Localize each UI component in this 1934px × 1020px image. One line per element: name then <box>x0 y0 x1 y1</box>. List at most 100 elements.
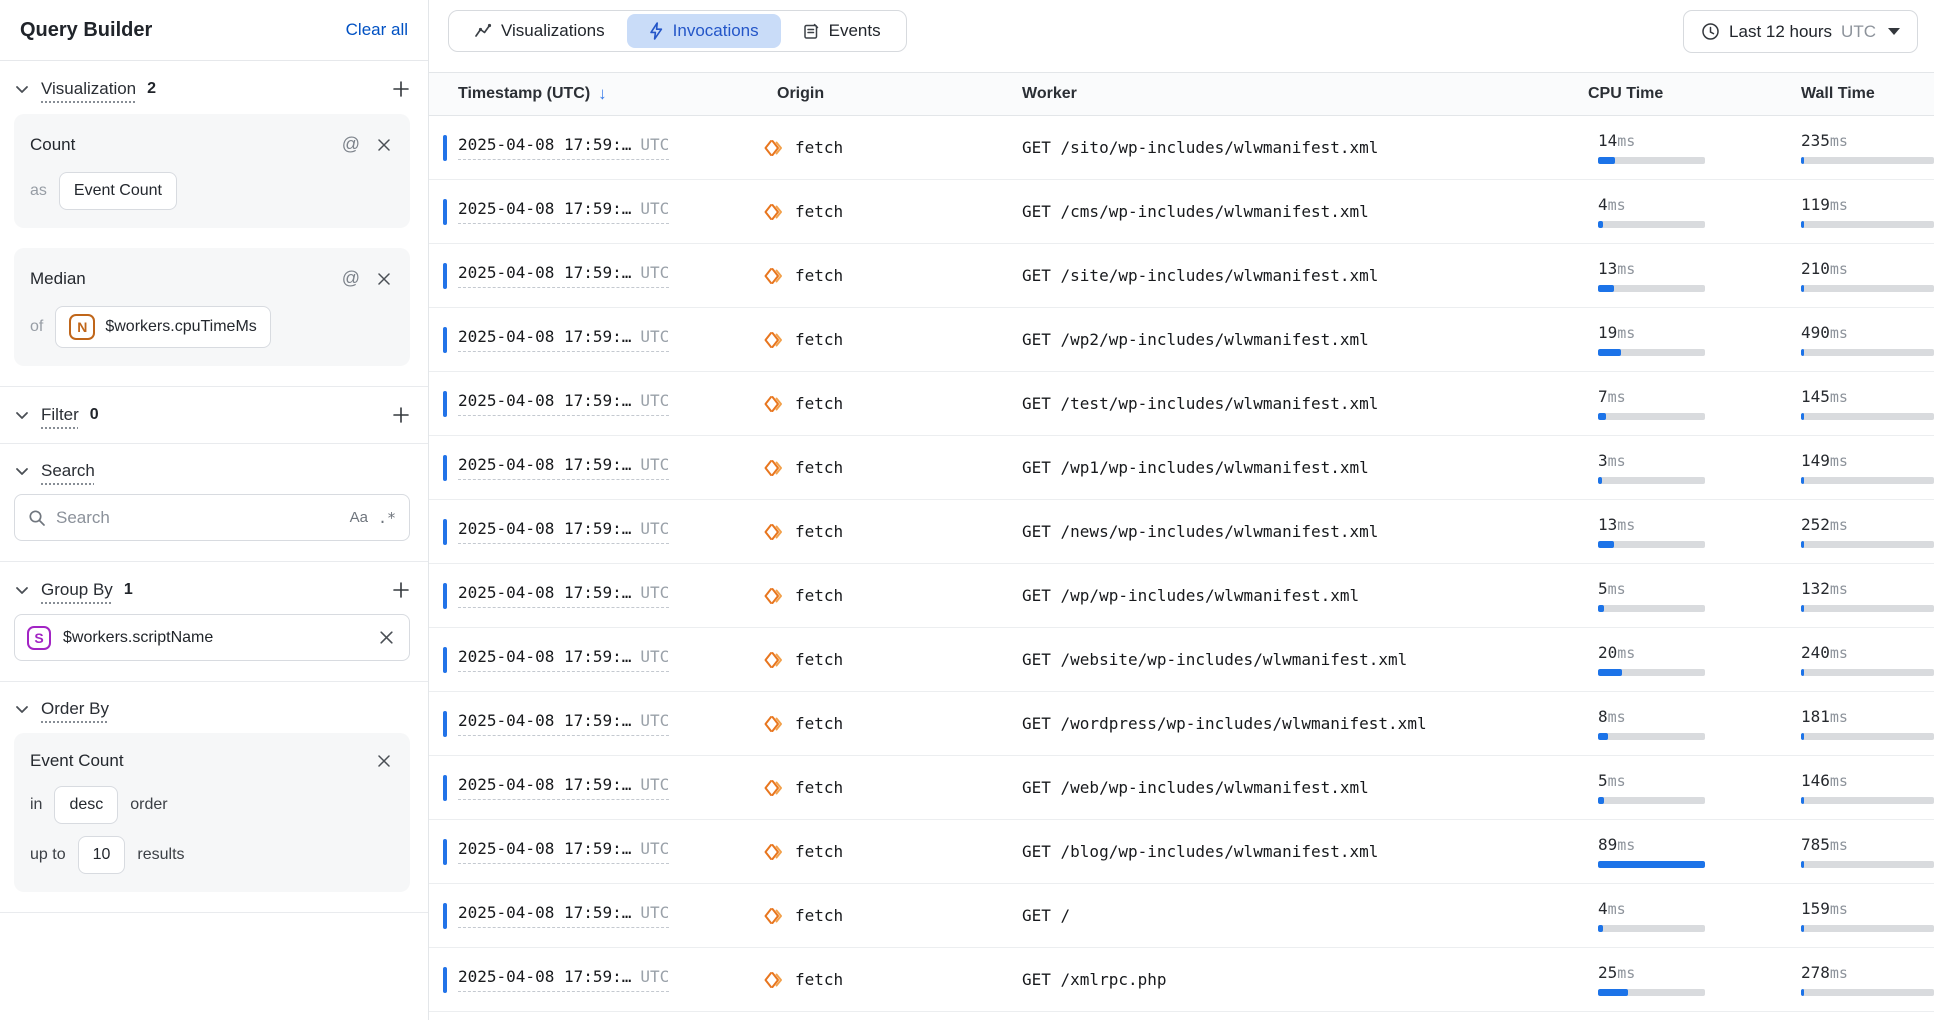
close-icon[interactable] <box>374 751 394 771</box>
alias-chip[interactable]: Event Count <box>59 172 177 210</box>
column-header-origin[interactable]: Origin <box>763 85 1013 103</box>
chevron-down-icon[interactable] <box>12 580 32 600</box>
row-origin: fetch <box>795 458 843 477</box>
row-worker: GET /test/wp-includes/wlwmanifest.xml <box>1022 394 1378 413</box>
visualization-count: 2 <box>147 80 156 98</box>
section-label-search: Search <box>41 461 95 481</box>
field-chip[interactable]: N $workers.cpuTimeMs <box>55 306 270 348</box>
wall-bar-fill <box>1801 925 1804 932</box>
filter-count: 0 <box>90 406 99 424</box>
table-row[interactable]: 2025-04-08 17:59:… UTC fetch GET /test/w… <box>429 372 1934 436</box>
cpu-unit: ms <box>1608 772 1626 790</box>
wall-bar-fill <box>1801 413 1804 420</box>
row-origin: fetch <box>795 330 843 349</box>
tab-invocations[interactable]: Invocations <box>627 14 781 48</box>
row-timezone: UTC <box>640 199 669 218</box>
cpu-bar-fill <box>1598 925 1603 932</box>
timestamp-group: 2025-04-08 17:59:… UTC <box>458 775 669 800</box>
chevron-down-icon[interactable] <box>12 461 32 481</box>
add-group-by-button[interactable] <box>390 579 412 601</box>
group-by-field[interactable]: S $workers.scriptName <box>14 614 410 661</box>
row-timezone: UTC <box>640 903 669 922</box>
fetch-icon <box>763 202 784 222</box>
table-row[interactable]: 2025-04-08 17:59:… UTC fetch GET /sito/w… <box>429 116 1934 180</box>
tab-events[interactable]: Events <box>781 14 903 48</box>
wall-bar <box>1801 733 1934 740</box>
row-timestamp: 2025-04-08 17:59:… <box>458 199 631 218</box>
clear-all-button[interactable]: Clear all <box>346 20 408 40</box>
wall-value: 252 <box>1801 515 1830 534</box>
chevron-down-icon[interactable] <box>12 699 32 719</box>
close-icon[interactable] <box>376 627 397 648</box>
table-row[interactable]: 2025-04-08 17:59:… UTC fetch GET /cms/wp… <box>429 180 1934 244</box>
add-filter-button[interactable] <box>390 404 412 426</box>
wall-value: 490 <box>1801 323 1830 342</box>
table-row[interactable]: 2025-04-08 17:59:… UTC fetch GET /wp/wp-… <box>429 564 1934 628</box>
column-header-timestamp[interactable]: Timestamp (UTC) ↓ <box>443 84 763 104</box>
as-label: as <box>30 182 47 200</box>
fetch-icon <box>763 778 784 798</box>
row-worker: GET /xmlrpc.php <box>1022 970 1167 989</box>
row-timestamp: 2025-04-08 17:59:… <box>458 583 631 602</box>
cpu-bar <box>1598 925 1705 932</box>
cpu-bar-fill <box>1598 797 1604 804</box>
cpu-value: 3 <box>1598 451 1608 470</box>
mention-icon[interactable]: @ <box>340 132 362 157</box>
regex-toggle[interactable]: .* <box>378 509 396 527</box>
table-row[interactable]: 2025-04-08 17:59:… UTC fetch GET /site/w… <box>429 244 1934 308</box>
chevron-down-icon[interactable] <box>12 79 32 99</box>
row-worker: GET /wp1/wp-includes/wlwmanifest.xml <box>1022 458 1369 477</box>
table-row[interactable]: 2025-04-08 17:59:… UTC fetch GET /blog/w… <box>429 820 1934 884</box>
table-row[interactable]: 2025-04-08 17:59:… UTC fetch GET /xmlrpc… <box>429 948 1934 1012</box>
add-visualization-button[interactable] <box>390 78 412 100</box>
cpu-bar <box>1598 605 1705 612</box>
time-range-select[interactable]: Last 12 hours UTC <box>1683 10 1918 53</box>
table-row[interactable]: 2025-04-08 17:59:… UTC fetch GET /wordpr… <box>429 692 1934 756</box>
column-header-worker[interactable]: Worker <box>1013 85 1588 103</box>
timestamp-group: 2025-04-08 17:59:… UTC <box>458 839 669 864</box>
table-row[interactable]: 2025-04-08 17:59:… UTC fetch GET /news/w… <box>429 500 1934 564</box>
row-timezone: UTC <box>640 967 669 986</box>
fetch-icon <box>763 330 784 350</box>
cpu-bar <box>1598 477 1705 484</box>
timestamp-group: 2025-04-08 17:59:… UTC <box>458 455 669 480</box>
row-worker: GET /web/wp-includes/wlwmanifest.xml <box>1022 778 1369 797</box>
close-icon[interactable] <box>374 135 394 155</box>
column-header-wall-time[interactable]: Wall Time <box>1795 85 1934 103</box>
close-icon[interactable] <box>374 269 394 289</box>
row-timezone: UTC <box>640 391 669 410</box>
tab-visualizations[interactable]: Visualizations <box>452 14 627 48</box>
match-case-toggle[interactable]: Aa <box>350 509 368 526</box>
chevron-down-icon[interactable] <box>12 405 32 425</box>
timestamp-group: 2025-04-08 17:59:… UTC <box>458 647 669 672</box>
group-by-count: 1 <box>124 581 133 599</box>
row-timezone: UTC <box>640 711 669 730</box>
mention-icon[interactable]: @ <box>340 266 362 291</box>
wall-bar <box>1801 797 1934 804</box>
search-input[interactable] <box>56 508 340 528</box>
sort-direction-select[interactable]: desc <box>54 786 118 824</box>
row-timezone: UTC <box>640 455 669 474</box>
clock-icon <box>1701 22 1720 41</box>
table-row[interactable]: 2025-04-08 17:59:… UTC fetch GET /websit… <box>429 628 1934 692</box>
table-row[interactable]: 2025-04-08 17:59:… UTC fetch GET /wp1/wp… <box>429 436 1934 500</box>
table-row[interactable]: 2025-04-08 17:59:… UTC fetch GET /web/wp… <box>429 756 1934 820</box>
query-builder-header: Query Builder Clear all <box>0 0 428 61</box>
limit-input[interactable]: 10 <box>78 836 126 874</box>
cpu-value: 4 <box>1598 899 1608 918</box>
row-timestamp: 2025-04-08 17:59:… <box>458 519 631 538</box>
column-header-cpu-time[interactable]: CPU Time <box>1588 85 1795 103</box>
view-tabs: Visualizations Invocations Events <box>448 10 907 52</box>
row-worker: GET /news/wp-includes/wlwmanifest.xml <box>1022 522 1378 541</box>
table-row[interactable]: 2025-04-08 17:59:… UTC fetch GET /wp2/wp… <box>429 308 1934 372</box>
section-group-by: Group By 1 S $workers.scriptName <box>0 562 428 682</box>
table-row[interactable]: 2025-04-08 17:59:… UTC fetch GET / 4ms 1… <box>429 884 1934 948</box>
cpu-unit: ms <box>1608 580 1626 598</box>
of-label: of <box>30 318 43 336</box>
timestamp-group: 2025-04-08 17:59:… UTC <box>458 263 669 288</box>
wall-value: 240 <box>1801 643 1830 662</box>
row-accent-bar <box>443 327 447 353</box>
row-origin: fetch <box>795 394 843 413</box>
cpu-value: 7 <box>1598 387 1608 406</box>
cpu-bar-fill <box>1598 605 1604 612</box>
